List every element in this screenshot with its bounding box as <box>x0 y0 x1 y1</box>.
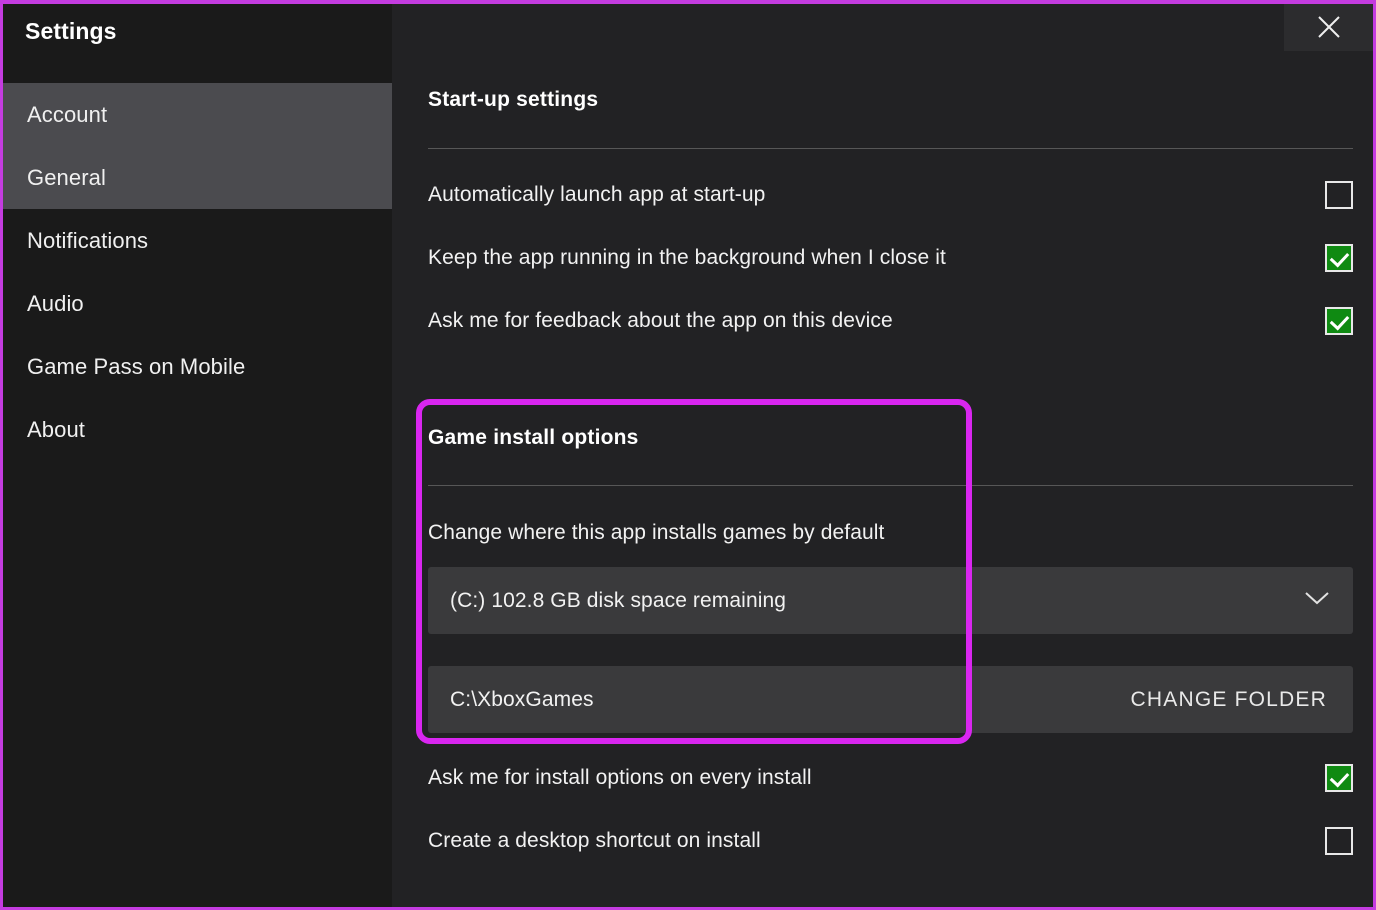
install-drive-select[interactable]: (C:) 102.8 GB disk space remaining <box>428 567 1353 634</box>
section-divider <box>428 148 1353 149</box>
sidebar-item-label: Game Pass on Mobile <box>27 353 246 379</box>
install-location-description: Change where this app installs games by … <box>428 521 885 544</box>
checkbox-keep-running[interactable] <box>1325 244 1353 272</box>
checkbox-auto-launch[interactable] <box>1325 181 1353 209</box>
settings-window: Settings Account General Notifications A… <box>0 0 1376 910</box>
setting-row-keep-running[interactable]: Keep the app running in the background w… <box>428 244 1353 272</box>
setting-row-auto-launch[interactable]: Automatically launch app at start-up <box>428 181 1353 209</box>
page-title: Settings <box>25 18 117 44</box>
sidebar-item-notifications[interactable]: Notifications <box>3 209 392 272</box>
sidebar-item-label: About <box>27 416 85 442</box>
install-path-value: C:\XboxGames <box>450 687 594 711</box>
install-drive-value: (C:) 102.8 GB disk space remaining <box>450 588 787 612</box>
startup-settings-heading: Start-up settings <box>428 88 599 111</box>
settings-main-pane: Start-up settings Automatically launch a… <box>392 4 1373 907</box>
setting-label: Create a desktop shortcut on install <box>428 829 761 852</box>
chevron-down-icon <box>1303 589 1331 612</box>
sidebar-item-audio[interactable]: Audio <box>3 272 392 335</box>
sidebar-item-general[interactable]: General <box>3 146 392 209</box>
checkbox-ask-feedback[interactable] <box>1325 307 1353 335</box>
setting-row-ask-feedback[interactable]: Ask me for feedback about the app on thi… <box>428 307 1353 335</box>
setting-label: Ask me for feedback about the app on thi… <box>428 309 893 332</box>
install-path-field[interactable]: C:\XboxGames CHANGE FOLDER <box>428 666 1353 733</box>
setting-label: Ask me for install options on every inst… <box>428 766 812 789</box>
setting-row-ask-install-options[interactable]: Ask me for install options on every inst… <box>428 764 1353 792</box>
sidebar-item-label: Account <box>27 101 108 127</box>
sidebar-item-label: Audio <box>27 290 84 316</box>
settings-sidebar: Settings Account General Notifications A… <box>3 4 392 907</box>
setting-row-desktop-shortcut[interactable]: Create a desktop shortcut on install <box>428 827 1353 855</box>
checkbox-desktop-shortcut[interactable] <box>1325 827 1353 855</box>
checkbox-ask-install-options[interactable] <box>1325 764 1353 792</box>
sidebar-item-game-pass-on-mobile[interactable]: Game Pass on Mobile <box>3 335 392 398</box>
setting-label: Keep the app running in the background w… <box>428 246 946 269</box>
sidebar-nav: Account General Notifications Audio Game… <box>3 83 392 461</box>
game-install-options-heading: Game install options <box>428 426 639 449</box>
change-folder-button[interactable]: CHANGE FOLDER <box>1131 688 1331 712</box>
section-divider <box>428 485 1353 486</box>
sidebar-item-about[interactable]: About <box>3 398 392 461</box>
sidebar-item-label: Notifications <box>27 227 149 253</box>
sidebar-item-label: General <box>27 164 106 190</box>
settings-content: Start-up settings Automatically launch a… <box>428 4 1353 907</box>
sidebar-item-account[interactable]: Account <box>3 83 392 146</box>
setting-label: Automatically launch app at start-up <box>428 183 766 206</box>
